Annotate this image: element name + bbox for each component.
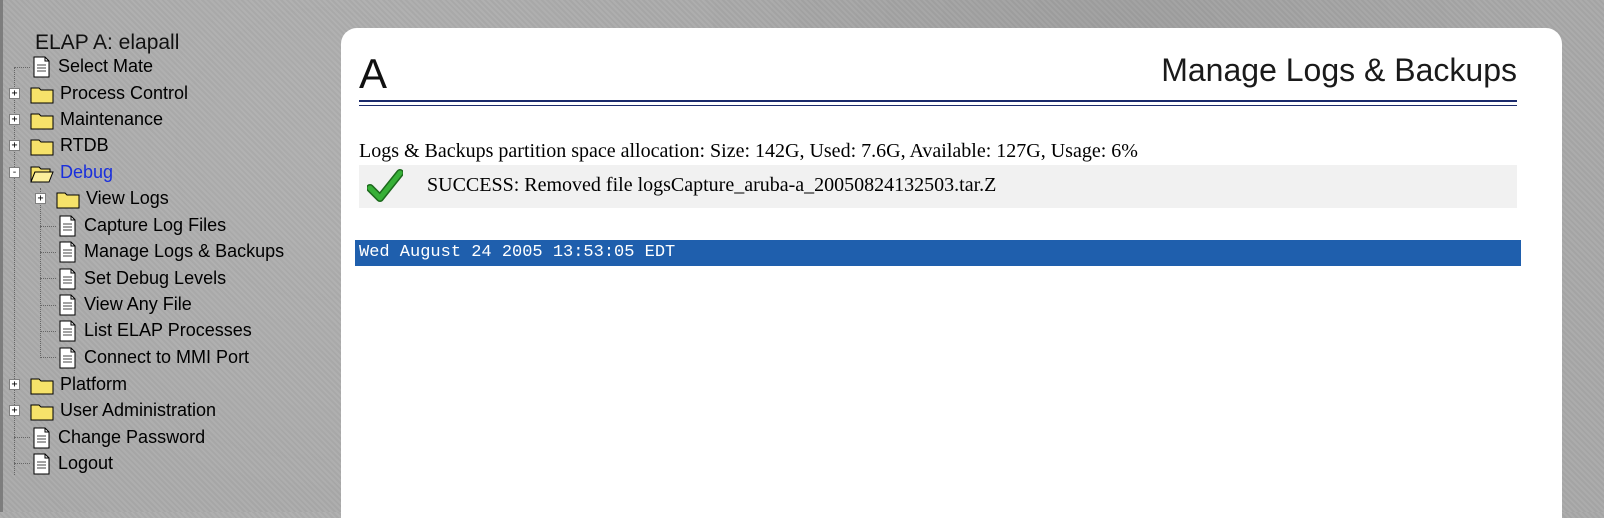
document-icon bbox=[59, 268, 76, 289]
tree-connector bbox=[14, 437, 30, 438]
title-rule bbox=[359, 100, 1517, 102]
page-title: Manage Logs & Backups bbox=[1161, 52, 1517, 88]
navigation-tree: ELAP A: elapall Select Mate + Process Co… bbox=[0, 28, 340, 512]
tree-item-manage-logs-backups[interactable]: Manage Logs & Backups bbox=[56, 238, 284, 265]
document-icon bbox=[59, 294, 76, 315]
expand-platform[interactable]: + bbox=[9, 379, 20, 390]
tree-item-logout[interactable]: Logout bbox=[30, 450, 113, 477]
document-icon bbox=[33, 453, 50, 474]
expand-rtdb[interactable]: + bbox=[9, 140, 20, 151]
tree-item-label: Capture Log Files bbox=[84, 215, 227, 235]
success-message: SUCCESS: Removed file logsCapture_aruba-… bbox=[427, 174, 997, 196]
tree-item-label: Platform bbox=[60, 374, 128, 394]
tree-item-label: Change Password bbox=[58, 427, 206, 447]
tree-connector bbox=[40, 305, 56, 306]
tree-item-label: View Logs bbox=[86, 188, 169, 208]
tree-item-view-logs[interactable]: View Logs bbox=[56, 185, 169, 212]
tree-connector bbox=[40, 357, 56, 358]
timestamp-bar: Wed August 24 2005 13:53:05 EDT bbox=[355, 240, 1521, 266]
content-panel: A Manage Logs & Backups Logs & Backups p… bbox=[341, 28, 1562, 518]
tree-item-label: Maintenance bbox=[60, 109, 164, 129]
tree-item-label: Debug bbox=[60, 162, 114, 182]
success-message-box: SUCCESS: Removed file logsCapture_aruba-… bbox=[359, 165, 1517, 208]
expand-user-administration[interactable]: + bbox=[9, 405, 20, 416]
tree-item-label: Connect to MMI Port bbox=[84, 347, 250, 367]
document-icon bbox=[59, 320, 76, 341]
tree-connector bbox=[40, 278, 56, 279]
document-icon bbox=[59, 241, 76, 262]
tree-item-view-any-file[interactable]: View Any File bbox=[56, 291, 192, 318]
tree-item-rtdb[interactable]: RTDB bbox=[30, 132, 109, 159]
document-icon bbox=[33, 427, 50, 448]
tree-item-capture-log-files[interactable]: Capture Log Files bbox=[56, 212, 226, 239]
folder-open-icon bbox=[30, 166, 54, 182]
tree-item-change-password[interactable]: Change Password bbox=[30, 424, 205, 451]
expand-view-logs[interactable]: + bbox=[35, 193, 46, 204]
expand-process-control[interactable]: + bbox=[9, 88, 20, 99]
tree-item-label: Logout bbox=[58, 453, 114, 473]
checkmark-icon bbox=[367, 169, 403, 202]
tree-item-label: User Administration bbox=[60, 400, 217, 420]
folder-icon bbox=[30, 87, 54, 103]
folder-icon bbox=[30, 139, 54, 155]
partition-allocation-text: Logs & Backups partition space allocatio… bbox=[359, 140, 1138, 162]
collapse-debug[interactable]: - bbox=[9, 167, 20, 178]
tree-item-maintenance[interactable]: Maintenance bbox=[30, 106, 163, 133]
tree-item-select-mate[interactable]: Select Mate bbox=[30, 53, 153, 80]
tree-connector bbox=[40, 331, 56, 332]
tree-connector bbox=[40, 188, 41, 358]
tree-connector bbox=[14, 67, 30, 68]
folder-icon bbox=[30, 378, 54, 394]
expand-maintenance[interactable]: + bbox=[9, 114, 20, 125]
title-rule bbox=[359, 105, 1517, 106]
tree-connector bbox=[40, 226, 56, 227]
document-icon bbox=[59, 215, 76, 236]
tree-item-process-control[interactable]: Process Control bbox=[30, 80, 188, 107]
tree-item-label: RTDB bbox=[60, 135, 109, 155]
host-title: ELAP A: elapall bbox=[35, 31, 180, 54]
folder-icon bbox=[30, 404, 54, 420]
tree-item-label: Select Mate bbox=[58, 56, 154, 76]
tree-item-list-elap-processes[interactable]: List ELAP Processes bbox=[56, 317, 252, 344]
tree-item-connect-mmi-port[interactable]: Connect to MMI Port bbox=[56, 344, 249, 371]
tree-item-label: Manage Logs & Backups bbox=[84, 241, 285, 261]
tree-item-user-administration[interactable]: User Administration bbox=[30, 397, 216, 424]
tree-item-label: List ELAP Processes bbox=[84, 320, 252, 340]
document-icon bbox=[33, 56, 50, 77]
folder-icon bbox=[56, 192, 80, 208]
tree-connector bbox=[40, 252, 56, 253]
tree-item-label: View Any File bbox=[84, 294, 192, 314]
tree-connector bbox=[14, 463, 30, 464]
document-icon bbox=[59, 347, 76, 368]
tree-item-platform[interactable]: Platform bbox=[30, 371, 127, 398]
folder-icon bbox=[30, 113, 54, 129]
tree-item-debug[interactable]: Debug bbox=[30, 159, 113, 186]
tree-item-set-debug-levels[interactable]: Set Debug Levels bbox=[56, 265, 226, 292]
server-side-letter: A bbox=[359, 50, 388, 97]
tree-item-label: Process Control bbox=[60, 83, 189, 103]
tree-item-label: Set Debug Levels bbox=[84, 268, 227, 288]
